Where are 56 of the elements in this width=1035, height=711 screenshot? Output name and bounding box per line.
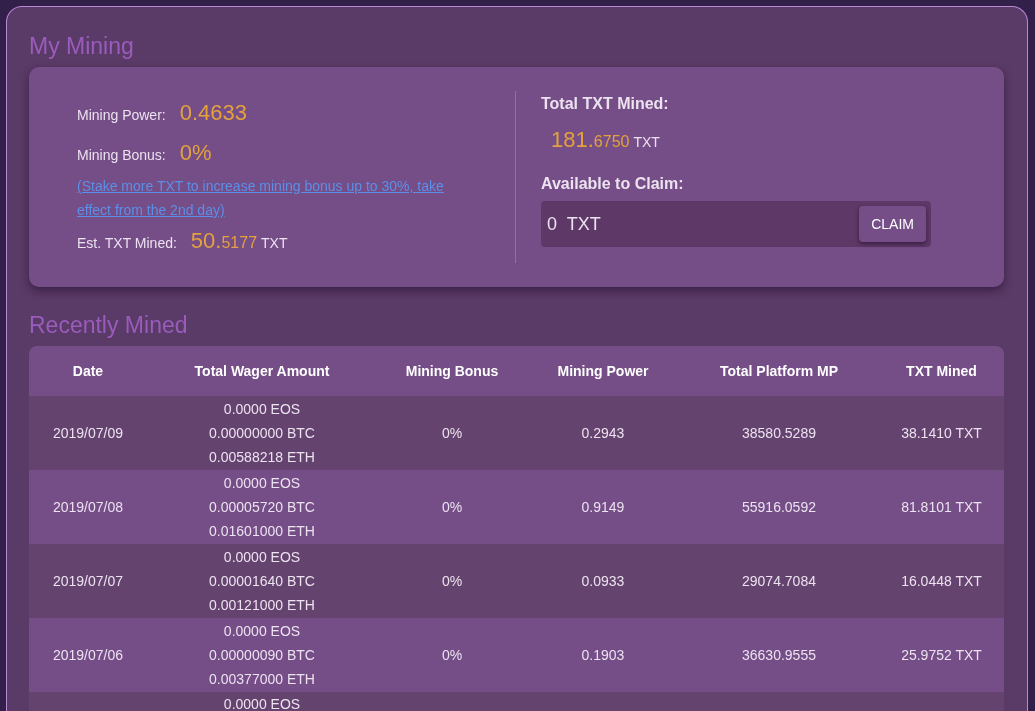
- table-cell-text: 0.00000090 BTC: [209, 646, 315, 665]
- field-label: Mining Bonus:: [77, 147, 166, 163]
- column-header: Date: [71, 363, 105, 379]
- table-cell-text: 0%: [440, 425, 464, 441]
- section-title: My Mining: [29, 32, 135, 61]
- amount-fraction: 5177: [221, 234, 258, 252]
- claim-field[interactable]: 0 TXT CLAIM: [541, 201, 931, 247]
- table-cell-text: 0.9149: [580, 499, 626, 515]
- table-cell-text: 2019/07/09: [51, 425, 125, 441]
- table-cell-text: 29074.7084: [741, 573, 817, 589]
- claim-button[interactable]: CLAIM: [859, 206, 926, 242]
- table-cell-text: 0.1903: [580, 647, 626, 663]
- table-cell-text: 0.00000000 BTC: [209, 424, 315, 443]
- table-cell-text: 0.0933: [580, 573, 626, 589]
- table-cell-text: 0.00121000 ETH: [209, 596, 315, 615]
- table-cell-text: 0.2943: [580, 425, 626, 441]
- table-cell-text: 0.00005720 BTC: [209, 498, 315, 517]
- table-cell-text: 2019/07/06: [51, 647, 125, 663]
- field-label: Available to Claim:: [541, 175, 685, 193]
- amount-unit: TXT: [633, 134, 660, 150]
- table-cell-text: 38.1410 TXT: [900, 425, 983, 441]
- table-cell-text: 0%: [440, 647, 464, 663]
- amount-unit: TXT: [261, 235, 288, 251]
- column-header: TXT Mined: [905, 363, 978, 379]
- table-cell-text: 0.00377000 ETH: [209, 670, 315, 689]
- table-cell-text: 2019/07/07: [51, 573, 125, 589]
- amount-fraction: 6750: [593, 133, 630, 151]
- field-value: 0.4633: [179, 100, 247, 126]
- table-cell-text: 0.0000 EOS: [223, 474, 301, 493]
- field-value: 0%: [179, 140, 212, 166]
- table-cell-text: 0.0000 EOS: [223, 695, 301, 711]
- table-cell-text: 36630.9555: [741, 647, 817, 663]
- column-header: Mining Power: [556, 363, 650, 379]
- table-cell-text: 81.8101 TXT: [900, 499, 983, 515]
- table-cell-text: 0.00588218 ETH: [209, 448, 315, 467]
- table-cell-text: 16.0448 TXT: [900, 573, 983, 589]
- table-cell-text: 0%: [440, 499, 464, 515]
- table-cell-text: 2019/07/08: [51, 499, 125, 515]
- column-header: Total Platform MP: [719, 363, 839, 379]
- table-cell-text: 38580.5289: [741, 425, 817, 441]
- section-title: Recently Mined: [29, 311, 189, 340]
- table-cell-text: 0.01601000 ETH: [209, 522, 315, 541]
- table-cell-text: 0%: [440, 573, 464, 589]
- table-cell-text: 0.0000 EOS: [223, 622, 301, 641]
- field-label: Mining Power:: [77, 107, 166, 123]
- column-header: Mining Bonus: [404, 363, 500, 379]
- column-header: Total Wager Amount: [193, 363, 331, 379]
- table-cell-text: 25.9752 TXT: [900, 647, 983, 663]
- table-cell-text: 0.0000 EOS: [223, 400, 301, 419]
- amount-whole: 181.: [551, 127, 594, 153]
- field-label: Total TXT Mined:: [541, 95, 670, 113]
- table-cell-text: 0.00001640 BTC: [209, 572, 315, 591]
- field-label: Est. TXT Mined:: [77, 235, 177, 251]
- amount-whole: 50.: [190, 228, 222, 254]
- table-cell-text: 0.0000 EOS: [223, 548, 301, 567]
- table-cell-text: 55916.0592: [741, 499, 817, 515]
